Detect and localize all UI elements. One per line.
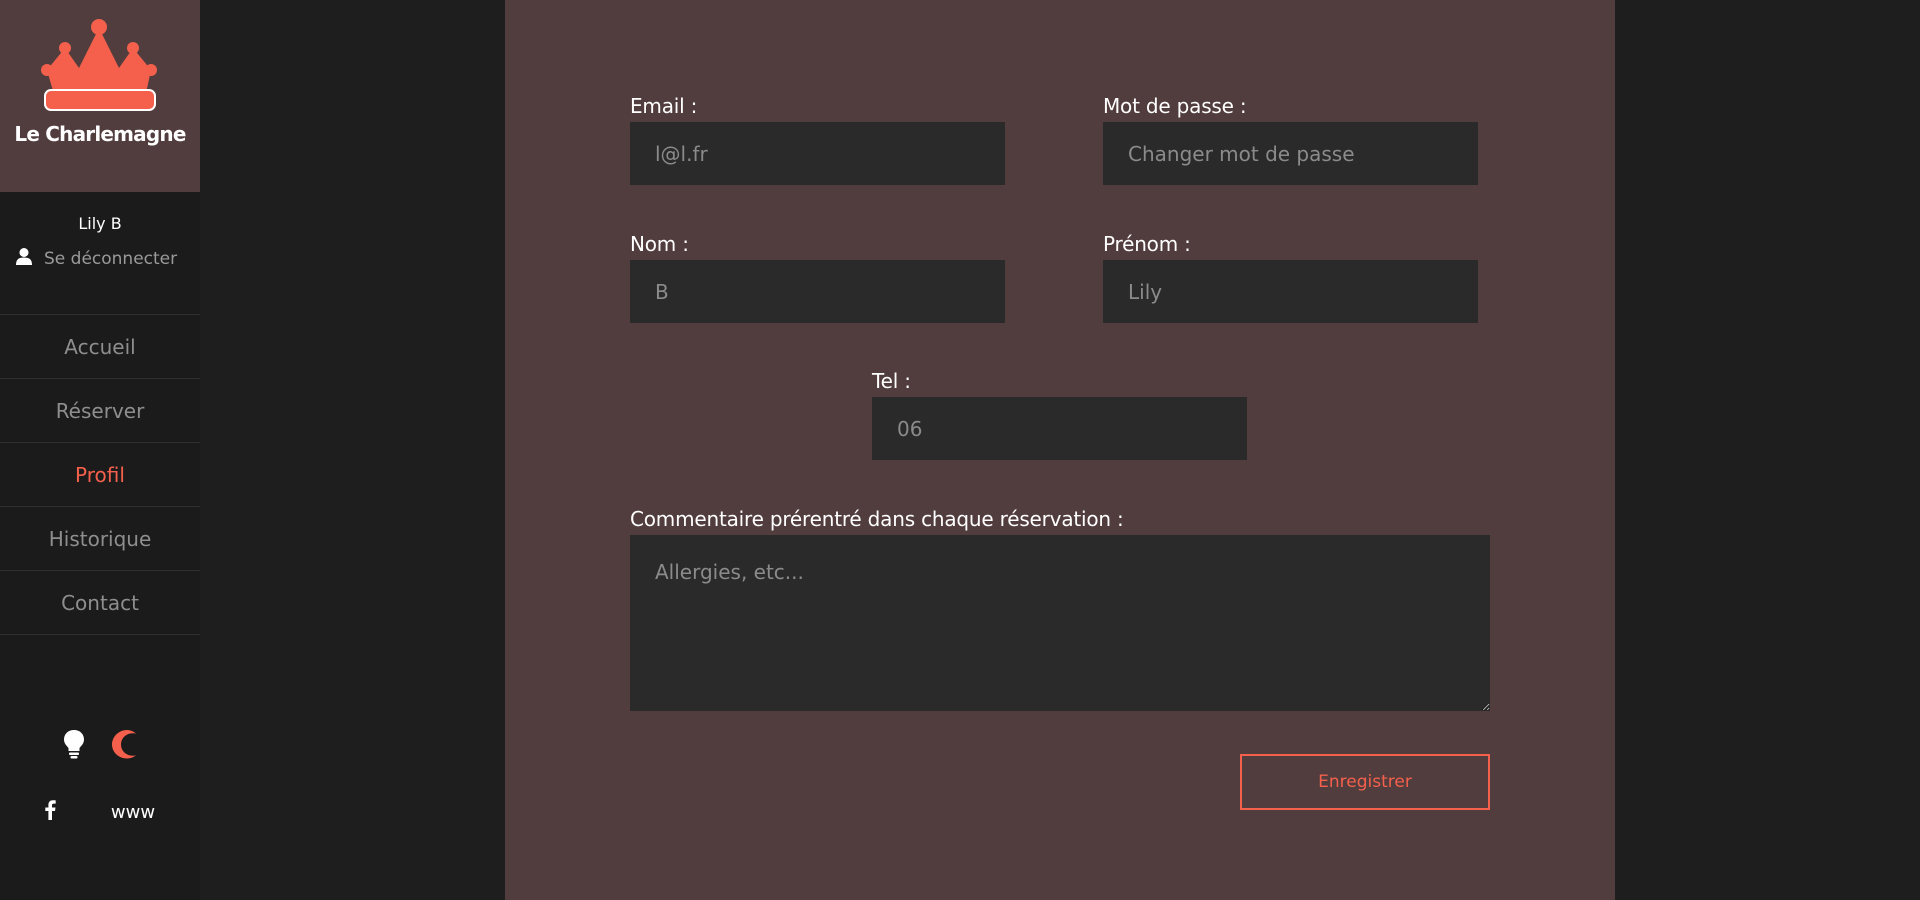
- save-button[interactable]: Enregistrer: [1240, 754, 1490, 810]
- nav-item-contact[interactable]: Contact: [0, 571, 200, 635]
- comment-textarea[interactable]: [630, 535, 1490, 711]
- nav-item-profil[interactable]: Profil: [0, 443, 200, 507]
- password-field[interactable]: [1103, 122, 1478, 185]
- user-icon: [16, 248, 32, 270]
- phone-group: Tel :: [872, 369, 1247, 460]
- first-name-label: Prénom :: [1103, 232, 1191, 256]
- theme-toggle: [0, 729, 200, 759]
- nav-item-historique[interactable]: Historique: [0, 507, 200, 571]
- logout-link[interactable]: Se déconnecter: [0, 248, 200, 270]
- phone-field[interactable]: [872, 397, 1247, 460]
- last-name-field[interactable]: [630, 260, 1005, 323]
- first-name-field[interactable]: [1103, 260, 1478, 323]
- user-name: Lily B: [78, 214, 122, 233]
- user-block: Lily B Se déconnecter: [0, 192, 200, 315]
- brand-name: Le Charlemagne: [14, 122, 186, 146]
- email-label: Email :: [630, 94, 698, 118]
- comment-label: Commentaire prérentré dans chaque réserv…: [630, 507, 1124, 531]
- brand-header: Le Charlemagne: [0, 0, 200, 192]
- profile-panel: Email : Mot de passe : Nom : Prénom : Te…: [505, 0, 1615, 900]
- crown-logo: [41, 19, 157, 111]
- main-nav: Accueil Réserver Profil Historique Conta…: [0, 315, 200, 635]
- website-link[interactable]: www: [111, 802, 155, 823]
- password-label: Mot de passe :: [1103, 94, 1247, 118]
- lightbulb-icon[interactable]: [63, 729, 85, 759]
- nav-item-reserver[interactable]: Réserver: [0, 379, 200, 443]
- last-name-group: Nom :: [630, 232, 1005, 323]
- password-group: Mot de passe :: [1103, 94, 1478, 185]
- last-name-label: Nom :: [630, 232, 689, 256]
- social-links: www: [0, 800, 200, 824]
- phone-label: Tel :: [872, 369, 911, 393]
- email-group: Email :: [630, 94, 1005, 185]
- email-field[interactable]: [630, 122, 1005, 185]
- comment-group: Commentaire prérentré dans chaque réserv…: [630, 507, 1490, 711]
- facebook-icon[interactable]: [45, 800, 56, 824]
- logout-label: Se déconnecter: [44, 249, 178, 269]
- first-name-group: Prénom :: [1103, 232, 1478, 323]
- nav-item-accueil[interactable]: Accueil: [0, 315, 200, 379]
- sidebar: Le Charlemagne Lily B Se déconnecter Acc…: [0, 0, 200, 900]
- moon-icon[interactable]: [109, 729, 137, 759]
